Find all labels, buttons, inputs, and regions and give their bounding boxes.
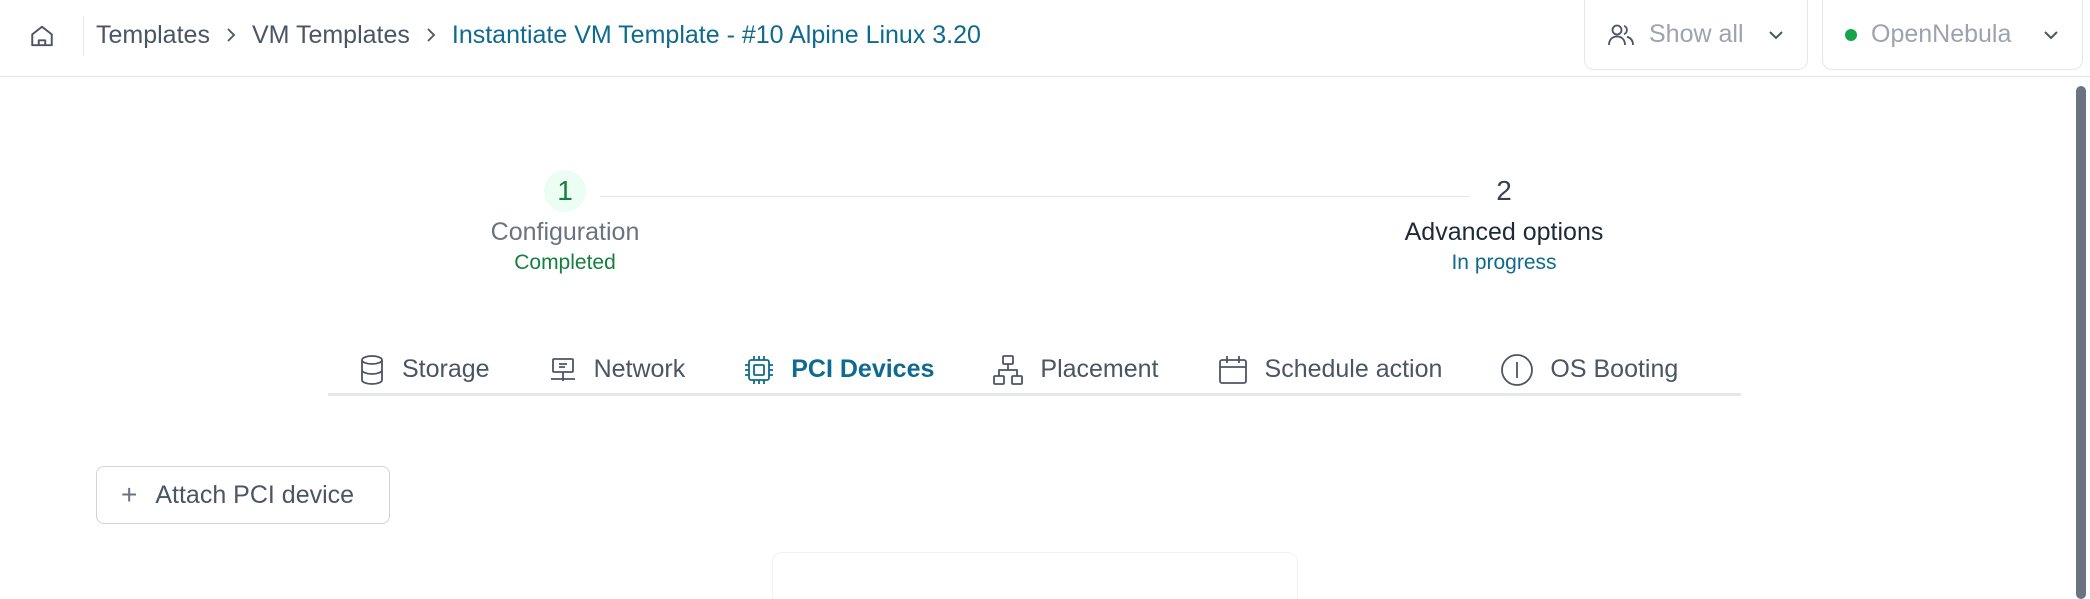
breadcrumb-templates[interactable]: Templates [96, 21, 210, 50]
step-status: In progress [1451, 251, 1557, 274]
tab-label: Storage [402, 355, 490, 383]
breadcrumb-current: Instantiate VM Template - #10 Alpine Lin… [451, 20, 981, 49]
step-label: Advanced options [1404, 218, 1604, 246]
header-divider [83, 16, 84, 56]
scrollbar-thumb[interactable] [2076, 86, 2086, 599]
attach-pci-device-label: Attach PCI device [155, 480, 355, 509]
info-icon [1500, 353, 1534, 387]
tab-label: OS Booting [1550, 355, 1679, 383]
home-icon [29, 23, 55, 54]
tab-network[interactable]: Network [548, 345, 686, 395]
zone-select-value: OpenNebula [1871, 20, 2012, 48]
group-select-value: Show all [1649, 20, 1744, 48]
step-configuration[interactable]: 1 Configuration Completed [415, 170, 715, 275]
database-icon [358, 354, 386, 386]
chevron-down-icon [1767, 29, 1785, 41]
tab-label: PCI Devices [791, 355, 935, 383]
network-icon [548, 355, 578, 385]
tab-label: Placement [1040, 355, 1159, 383]
step-number: 1 [544, 170, 586, 212]
zone-status-dot [1845, 28, 1857, 41]
tab-schedule-action[interactable]: Schedule action [1217, 345, 1443, 395]
step-status: Completed [514, 251, 616, 274]
stepper-connector [600, 196, 1470, 197]
top-header: Templates VM Templates Instantiate VM Te… [0, 0, 2090, 77]
pci-empty-state-card [772, 552, 1298, 599]
tab-placement[interactable]: Placement [992, 345, 1159, 395]
chevron-right-icon [210, 26, 252, 44]
tab-label: Network [593, 355, 686, 383]
step-advanced-options[interactable]: 2 Advanced options In progress [1354, 170, 1654, 275]
calendar-icon [1217, 354, 1249, 386]
advanced-options-tabs: Storage Network PCI Devices Placement Sc… [328, 346, 1741, 396]
zone-select[interactable]: OpenNebula [1822, 0, 2083, 70]
users-icon [1607, 22, 1635, 48]
step-label: Configuration [490, 218, 640, 246]
chip-icon [743, 354, 775, 386]
tab-storage[interactable]: Storage [358, 345, 490, 395]
tab-label: Schedule action [1264, 355, 1443, 383]
group-select[interactable]: Show all [1584, 0, 1808, 70]
tab-os-booting[interactable]: OS Booting [1500, 345, 1678, 395]
tab-pci-devices[interactable]: PCI Devices [743, 345, 934, 395]
attach-pci-device-button[interactable]: + Attach PCI device [96, 466, 390, 524]
step-number: 2 [1496, 175, 1512, 206]
home-button[interactable] [20, 18, 64, 58]
plus-icon: + [121, 479, 138, 510]
hierarchy-icon [992, 354, 1024, 386]
chevron-right-icon [410, 26, 452, 44]
chevron-down-icon [2042, 29, 2060, 41]
breadcrumb-vm-templates[interactable]: VM Templates [252, 21, 410, 50]
breadcrumb: Templates VM Templates Instantiate VM Te… [96, 0, 981, 70]
